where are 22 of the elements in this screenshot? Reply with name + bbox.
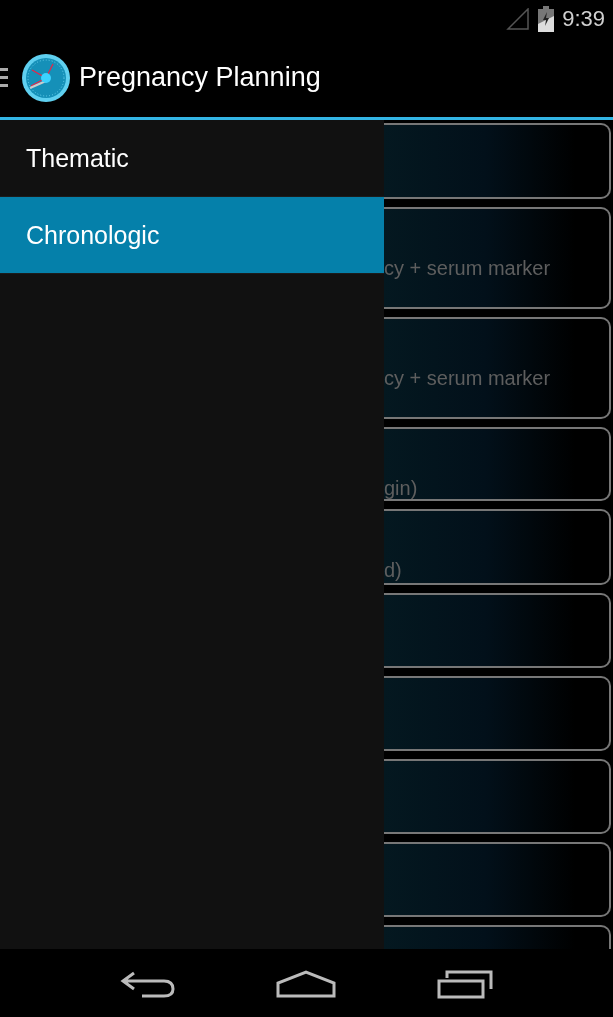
list-card[interactable]: d) — [384, 509, 611, 585]
list-card[interactable]: cy + serum marker — [384, 207, 611, 309]
list-card[interactable]: gin) — [384, 427, 611, 501]
card-text: d) — [384, 558, 402, 582]
list-card[interactable] — [384, 842, 611, 917]
list-card[interactable] — [384, 593, 611, 668]
recents-icon[interactable] — [436, 968, 493, 999]
card-text: cy + serum marker — [384, 256, 551, 280]
list-card[interactable]: cy + serum marker — [384, 317, 611, 419]
list-card[interactable] — [384, 759, 611, 834]
drawer-item[interactable]: Chronologic — [0, 197, 384, 274]
signal-icon — [506, 8, 531, 30]
battery-icon — [538, 6, 555, 32]
gauge-icon[interactable] — [21, 52, 71, 103]
clock-time: 9:39 — [562, 6, 605, 32]
menu-icon[interactable] — [0, 65, 8, 90]
home-icon[interactable] — [276, 968, 337, 999]
card-text: gin) — [384, 476, 418, 500]
list-card[interactable] — [384, 123, 611, 199]
list-card[interactable] — [384, 676, 611, 751]
card-text: cy + serum marker — [384, 366, 551, 390]
app-title: Pregnancy Planning — [79, 62, 321, 93]
